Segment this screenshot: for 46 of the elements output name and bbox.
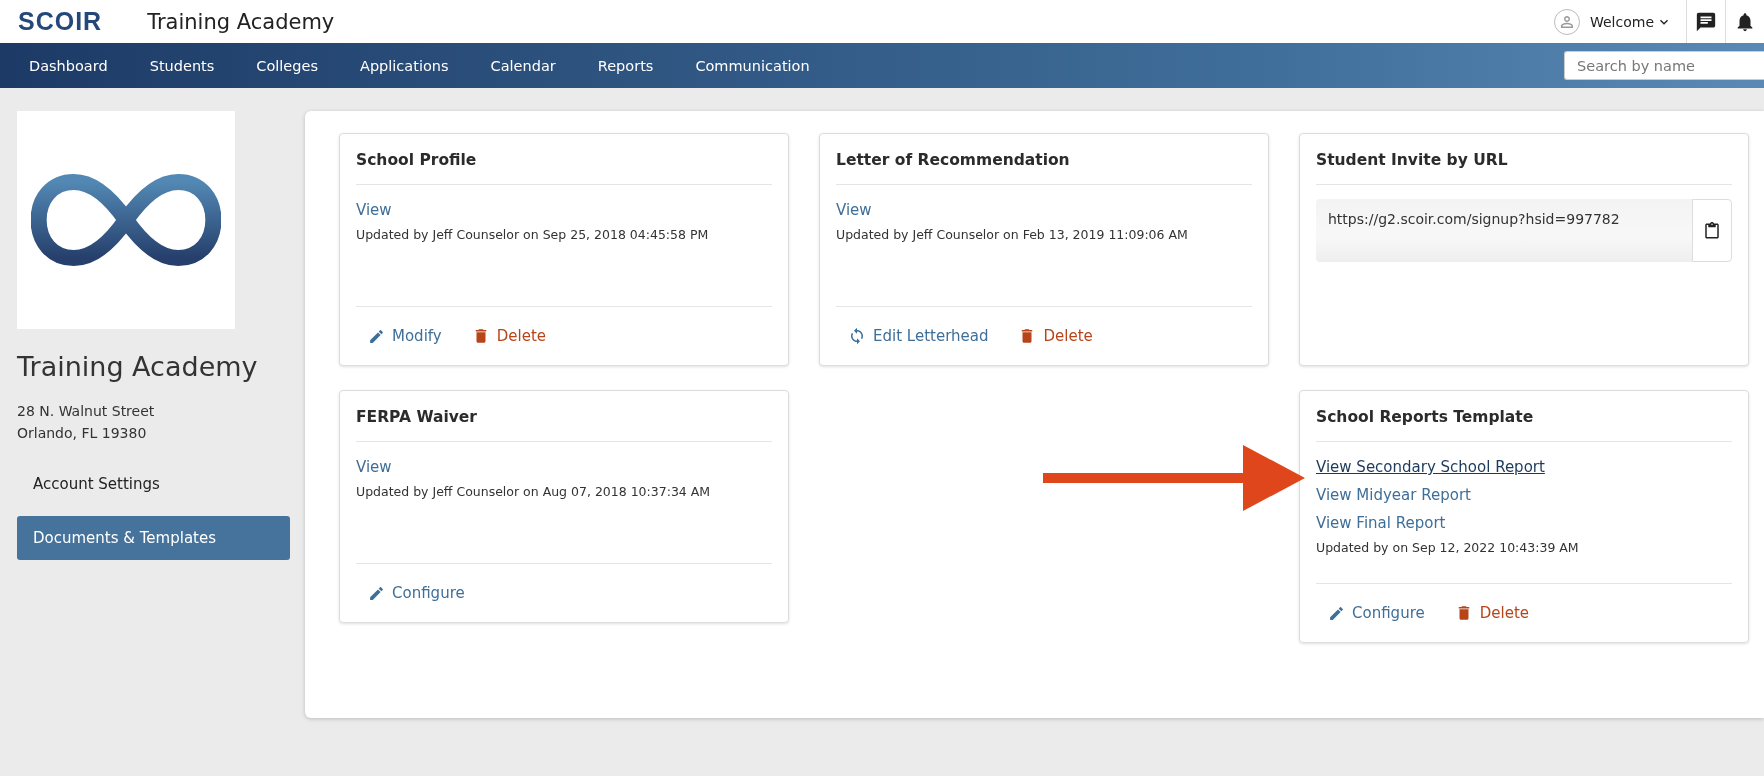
- card-title: School Reports Template: [1316, 391, 1732, 442]
- clipboard-icon: [1703, 221, 1721, 240]
- card-title: FERPA Waiver: [356, 391, 772, 442]
- address-line: 28 N. Walnut Street: [17, 402, 156, 421]
- updated-text: Updated by Jeff Counselor on Sep 25, 2018 04:45:58 PM: [356, 227, 710, 242]
- url-field[interactable]: https://g2.scoir.com/signup?hsid=997782: [1316, 199, 1692, 262]
- card-title: School Profile: [356, 134, 772, 185]
- nav-item[interactable]: Dashboard: [8, 57, 129, 74]
- chat-icon: [1695, 10, 1717, 33]
- school-name: Training Academy: [17, 351, 259, 382]
- card-title: Student Invite by URL: [1316, 134, 1732, 185]
- search-field[interactable]: Search by name: [1564, 51, 1764, 80]
- link[interactable]: View: [356, 201, 392, 219]
- sync-icon: [848, 327, 866, 345]
- nav-item[interactable]: Colleges: [235, 57, 339, 74]
- action-button[interactable]: Configure: [1328, 604, 1433, 622]
- nav-item[interactable]: Applications: [338, 57, 470, 74]
- nav-item[interactable]: Students: [128, 57, 236, 74]
- action-button[interactable]: Modify: [368, 327, 450, 345]
- action-button[interactable]: Configure: [368, 584, 473, 602]
- link[interactable]: View Final Report: [1316, 514, 1446, 532]
- action-button[interactable]: Edit Letterhead: [848, 327, 997, 345]
- link[interactable]: View Midyear Report: [1316, 486, 1471, 504]
- brand-logo[interactable]: SCOIR: [18, 7, 103, 36]
- updated-text: Updated by Jeff Counselor on Feb 13, 2019 11:09:06 AM: [836, 227, 1189, 242]
- sidebar-item[interactable]: Account Settings: [17, 462, 290, 506]
- delete-button[interactable]: Delete: [471, 327, 554, 345]
- pencil-icon: [368, 327, 385, 345]
- sidebar-item[interactable]: Documents & Templates: [17, 516, 290, 560]
- delete-button[interactable]: Delete: [1454, 604, 1537, 622]
- user-menu-button[interactable]: Welcome: [1589, 13, 1686, 30]
- pencil-icon: [368, 584, 385, 602]
- updated-text: Updated by on Sep 12, 2022 10:43:39 AM: [1316, 540, 1580, 555]
- nav-item[interactable]: Reports: [576, 57, 675, 74]
- link[interactable]: View Secondary School Report: [1316, 458, 1545, 476]
- delete-button[interactable]: Delete: [1018, 327, 1101, 345]
- link[interactable]: View: [356, 458, 392, 476]
- link[interactable]: View: [836, 201, 872, 219]
- school-title: Training Academy: [147, 9, 335, 34]
- address-line: Orlando, FL 19380: [17, 424, 148, 443]
- updated-text: Updated by Jeff Counselor on Aug 07, 2018 10:37:34 AM: [356, 484, 712, 499]
- nav-item[interactable]: Calendar: [469, 57, 577, 74]
- nav-item[interactable]: Communication: [674, 57, 831, 74]
- copy-button[interactable]: [1692, 199, 1732, 262]
- pencil-icon: [1328, 604, 1345, 622]
- card-title: Letter of Recommendation: [836, 134, 1252, 185]
